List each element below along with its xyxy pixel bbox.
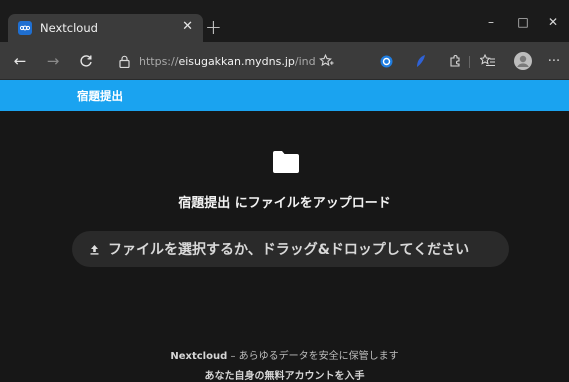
get-account-link[interactable]: あなた自身の無料アカウントを入手 bbox=[0, 367, 569, 382]
profile-avatar-icon[interactable] bbox=[513, 51, 533, 71]
lock-icon[interactable] bbox=[117, 54, 131, 68]
browser-tab-strip: Nextcloud ✕ + – □ ✕ bbox=[0, 0, 569, 42]
tab-title: Nextcloud bbox=[40, 21, 98, 35]
file-drop-zone[interactable]: ファイルを選択するか、ドラッグ&ドロップしてください bbox=[72, 231, 509, 267]
share-title: 宿題提出 bbox=[77, 88, 123, 103]
favorites-icon[interactable] bbox=[478, 51, 498, 71]
nextcloud-favicon-icon bbox=[18, 21, 32, 35]
minimize-button[interactable]: – bbox=[476, 12, 506, 32]
browser-toolbar: ← → https://eisugakkan.mydns.jp/index.p.… bbox=[0, 42, 569, 80]
more-menu-icon[interactable]: ··· bbox=[544, 51, 564, 71]
upload-page: 宿題提出 にファイルをアップロード ファイルを選択するか、ドラッグ&ドロップして… bbox=[0, 111, 569, 382]
forward-arrow-icon[interactable]: → bbox=[43, 51, 63, 71]
extensions-puzzle-icon[interactable] bbox=[445, 51, 465, 71]
url-host: eisugakkan.mydns.jp bbox=[178, 54, 295, 68]
new-tab-button[interactable]: + bbox=[205, 17, 222, 37]
footer-tagline-text: – あらゆるデータを安全に保管します bbox=[227, 351, 399, 362]
window-close-button[interactable]: ✕ bbox=[538, 12, 568, 32]
extension-shield-icon[interactable] bbox=[376, 51, 396, 71]
url-text: https://eisugakkan.mydns.jp/index.p... bbox=[139, 55, 315, 68]
reload-icon[interactable] bbox=[76, 51, 96, 71]
address-bar[interactable]: https://eisugakkan.mydns.jp/index.p... bbox=[117, 49, 341, 73]
extension-feather-icon[interactable] bbox=[411, 51, 431, 71]
toolbar-divider bbox=[469, 56, 470, 68]
browser-tab-nextcloud[interactable]: Nextcloud ✕ bbox=[8, 14, 203, 42]
footer-brand-link[interactable]: Nextcloud bbox=[170, 351, 227, 362]
upload-icon bbox=[88, 243, 100, 255]
url-prefix: https:// bbox=[139, 54, 179, 68]
drop-zone-label: ファイルを選択するか、ドラッグ&ドロップしてください bbox=[108, 242, 470, 258]
footer-tagline: Nextcloud – あらゆるデータを安全に保管します bbox=[0, 347, 569, 362]
add-favorite-icon[interactable] bbox=[316, 51, 336, 71]
url-path: /index.p... bbox=[294, 54, 315, 68]
close-icon[interactable]: ✕ bbox=[182, 19, 193, 34]
folder-icon bbox=[273, 151, 299, 173]
upload-heading: 宿題提出 にファイルをアップロード bbox=[178, 196, 391, 211]
back-arrow-icon[interactable]: ← bbox=[10, 51, 30, 71]
nextcloud-header: 宿題提出 bbox=[0, 80, 569, 111]
maximize-button[interactable]: □ bbox=[508, 12, 538, 32]
